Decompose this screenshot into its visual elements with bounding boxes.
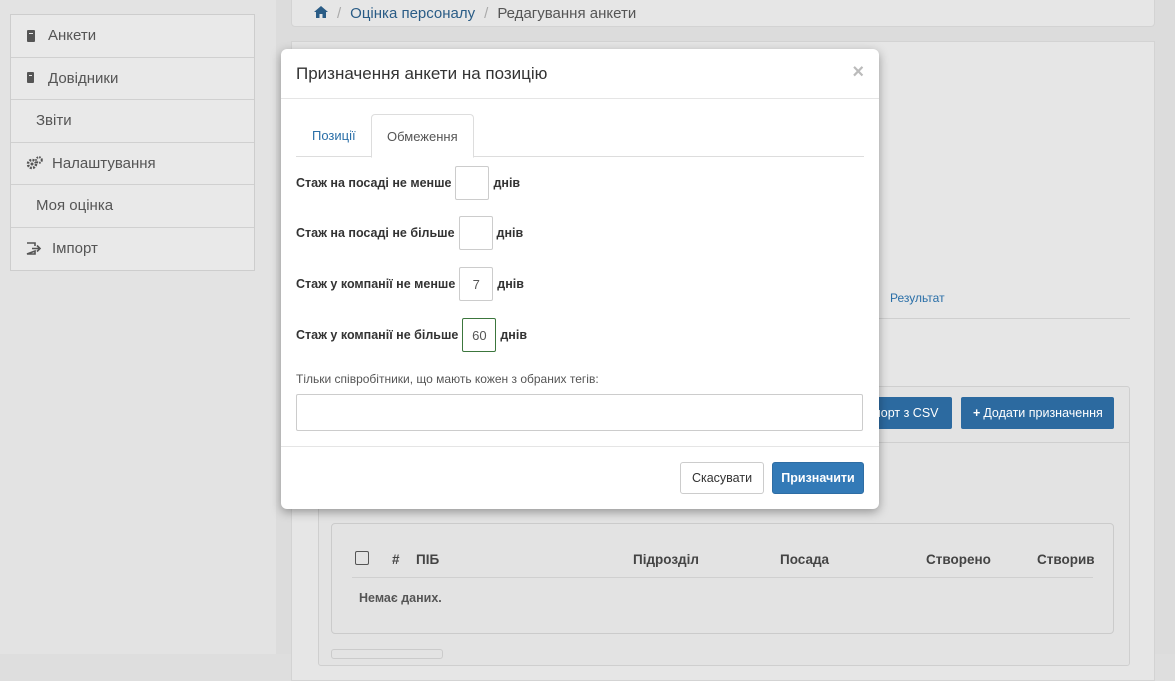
sidebar-item-import[interactable]: Імпорт	[11, 228, 254, 271]
field-row-position-min: Стаж на посаді не менше днів	[296, 166, 520, 200]
breadcrumb-separator: /	[484, 5, 489, 22]
position-min-days-input[interactable]	[455, 166, 490, 200]
breadcrumb: / Оцінка персоналу / Редагування анкети	[291, 0, 1155, 27]
field-label: Стаж на посаді не менше	[296, 176, 452, 190]
assignments-table: # ПІБ Підрозділ Посада Створено Створив …	[331, 523, 1114, 634]
sidebar-item-label: Довідники	[48, 69, 119, 87]
plus-icon: +	[973, 406, 981, 420]
sidebar-item-reports[interactable]: Звіти	[11, 100, 254, 143]
sidebar-item-label: Налаштування	[52, 154, 156, 172]
column-header-name: ПІБ	[416, 552, 440, 567]
company-max-days-input[interactable]: 60	[462, 318, 497, 352]
modal-title: Призначення анкети на позицію	[296, 64, 548, 83]
column-header-number: #	[392, 552, 400, 567]
tab-restrictions[interactable]: Обмеження	[371, 114, 474, 158]
sidebar-item-label: Звіти	[36, 112, 72, 130]
field-row-company-max: Стаж у компанії не більше 60 днів	[296, 318, 527, 352]
field-row-company-min: Стаж у компанії не менше 7 днів	[296, 267, 524, 301]
modal-header: Призначення анкети на позицію ×	[281, 49, 879, 99]
modal-footer: Скасувати Призначити	[281, 446, 879, 509]
breadcrumb-separator: /	[337, 5, 342, 22]
breadcrumb-current: Редагування анкети	[497, 5, 637, 22]
breadcrumb-link-assessment[interactable]: Оцінка персоналу	[350, 5, 475, 22]
tags-label: Тільки співробітники, що мають кожен з о…	[296, 372, 599, 386]
sidebar-item-questionnaires[interactable]: Анкети	[11, 15, 254, 58]
cancel-button[interactable]: Скасувати	[680, 462, 764, 494]
book-icon	[26, 29, 48, 42]
modal-tabs: Позиції Обмеження	[296, 114, 864, 158]
column-header-created: Створено	[926, 552, 991, 567]
field-unit: днів	[497, 277, 524, 291]
tab-result[interactable]: Результат	[890, 291, 945, 305]
position-max-days-input[interactable]	[458, 216, 493, 250]
field-unit: днів	[493, 176, 521, 190]
sidebar-item-label: Імпорт	[52, 240, 98, 258]
import-icon	[26, 242, 52, 256]
field-row-position-max: Стаж на посаді не більше днів	[296, 216, 523, 250]
book-icon	[26, 72, 48, 84]
sidebar-item-my-assessment[interactable]: Моя оцінка	[11, 185, 254, 228]
gears-icon	[26, 156, 52, 170]
column-header-department: Підрозділ	[633, 552, 699, 567]
column-header-position: Посада	[780, 552, 830, 567]
field-unit: днів	[496, 226, 524, 240]
add-assignment-button[interactable]: + Додати призначення	[961, 397, 1114, 429]
sidebar-item-settings[interactable]: Налаштування	[11, 143, 254, 185]
assign-modal: Призначення анкети на позицію × Позиції …	[281, 49, 879, 509]
company-min-days-input[interactable]: 7	[459, 267, 494, 301]
table-divider	[352, 577, 1093, 578]
sidebar-item-label: Моя оцінка	[36, 197, 114, 215]
select-all-checkbox[interactable]	[355, 551, 369, 565]
sidebar-item-directories[interactable]: Довідники	[11, 58, 254, 100]
home-icon[interactable]	[314, 5, 328, 22]
tab-positions[interactable]: Позиції	[297, 114, 371, 157]
assign-button[interactable]: Призначити	[772, 462, 864, 494]
sidebar-menu: Анкети Довідники Звіти Налаштування Моя …	[10, 14, 255, 271]
field-label: Стаж у компанії не менше	[296, 277, 456, 291]
pagination-fragment	[331, 649, 443, 659]
field-unit: днів	[500, 328, 528, 342]
import-csv-button[interactable]: порт з CSV	[870, 397, 952, 429]
table-empty-text: Немає даних.	[359, 591, 442, 605]
tags-input[interactable]	[296, 394, 863, 431]
field-label: Стаж у компанії не більше	[296, 328, 459, 342]
tab-divider	[870, 318, 1130, 319]
column-header-creator: Створив	[1037, 552, 1095, 567]
add-assignment-label: Додати призначення	[983, 406, 1103, 420]
sidebar-item-label: Анкети	[48, 27, 97, 45]
close-icon[interactable]: ×	[852, 62, 864, 82]
field-label: Стаж на посаді не більше	[296, 226, 455, 240]
